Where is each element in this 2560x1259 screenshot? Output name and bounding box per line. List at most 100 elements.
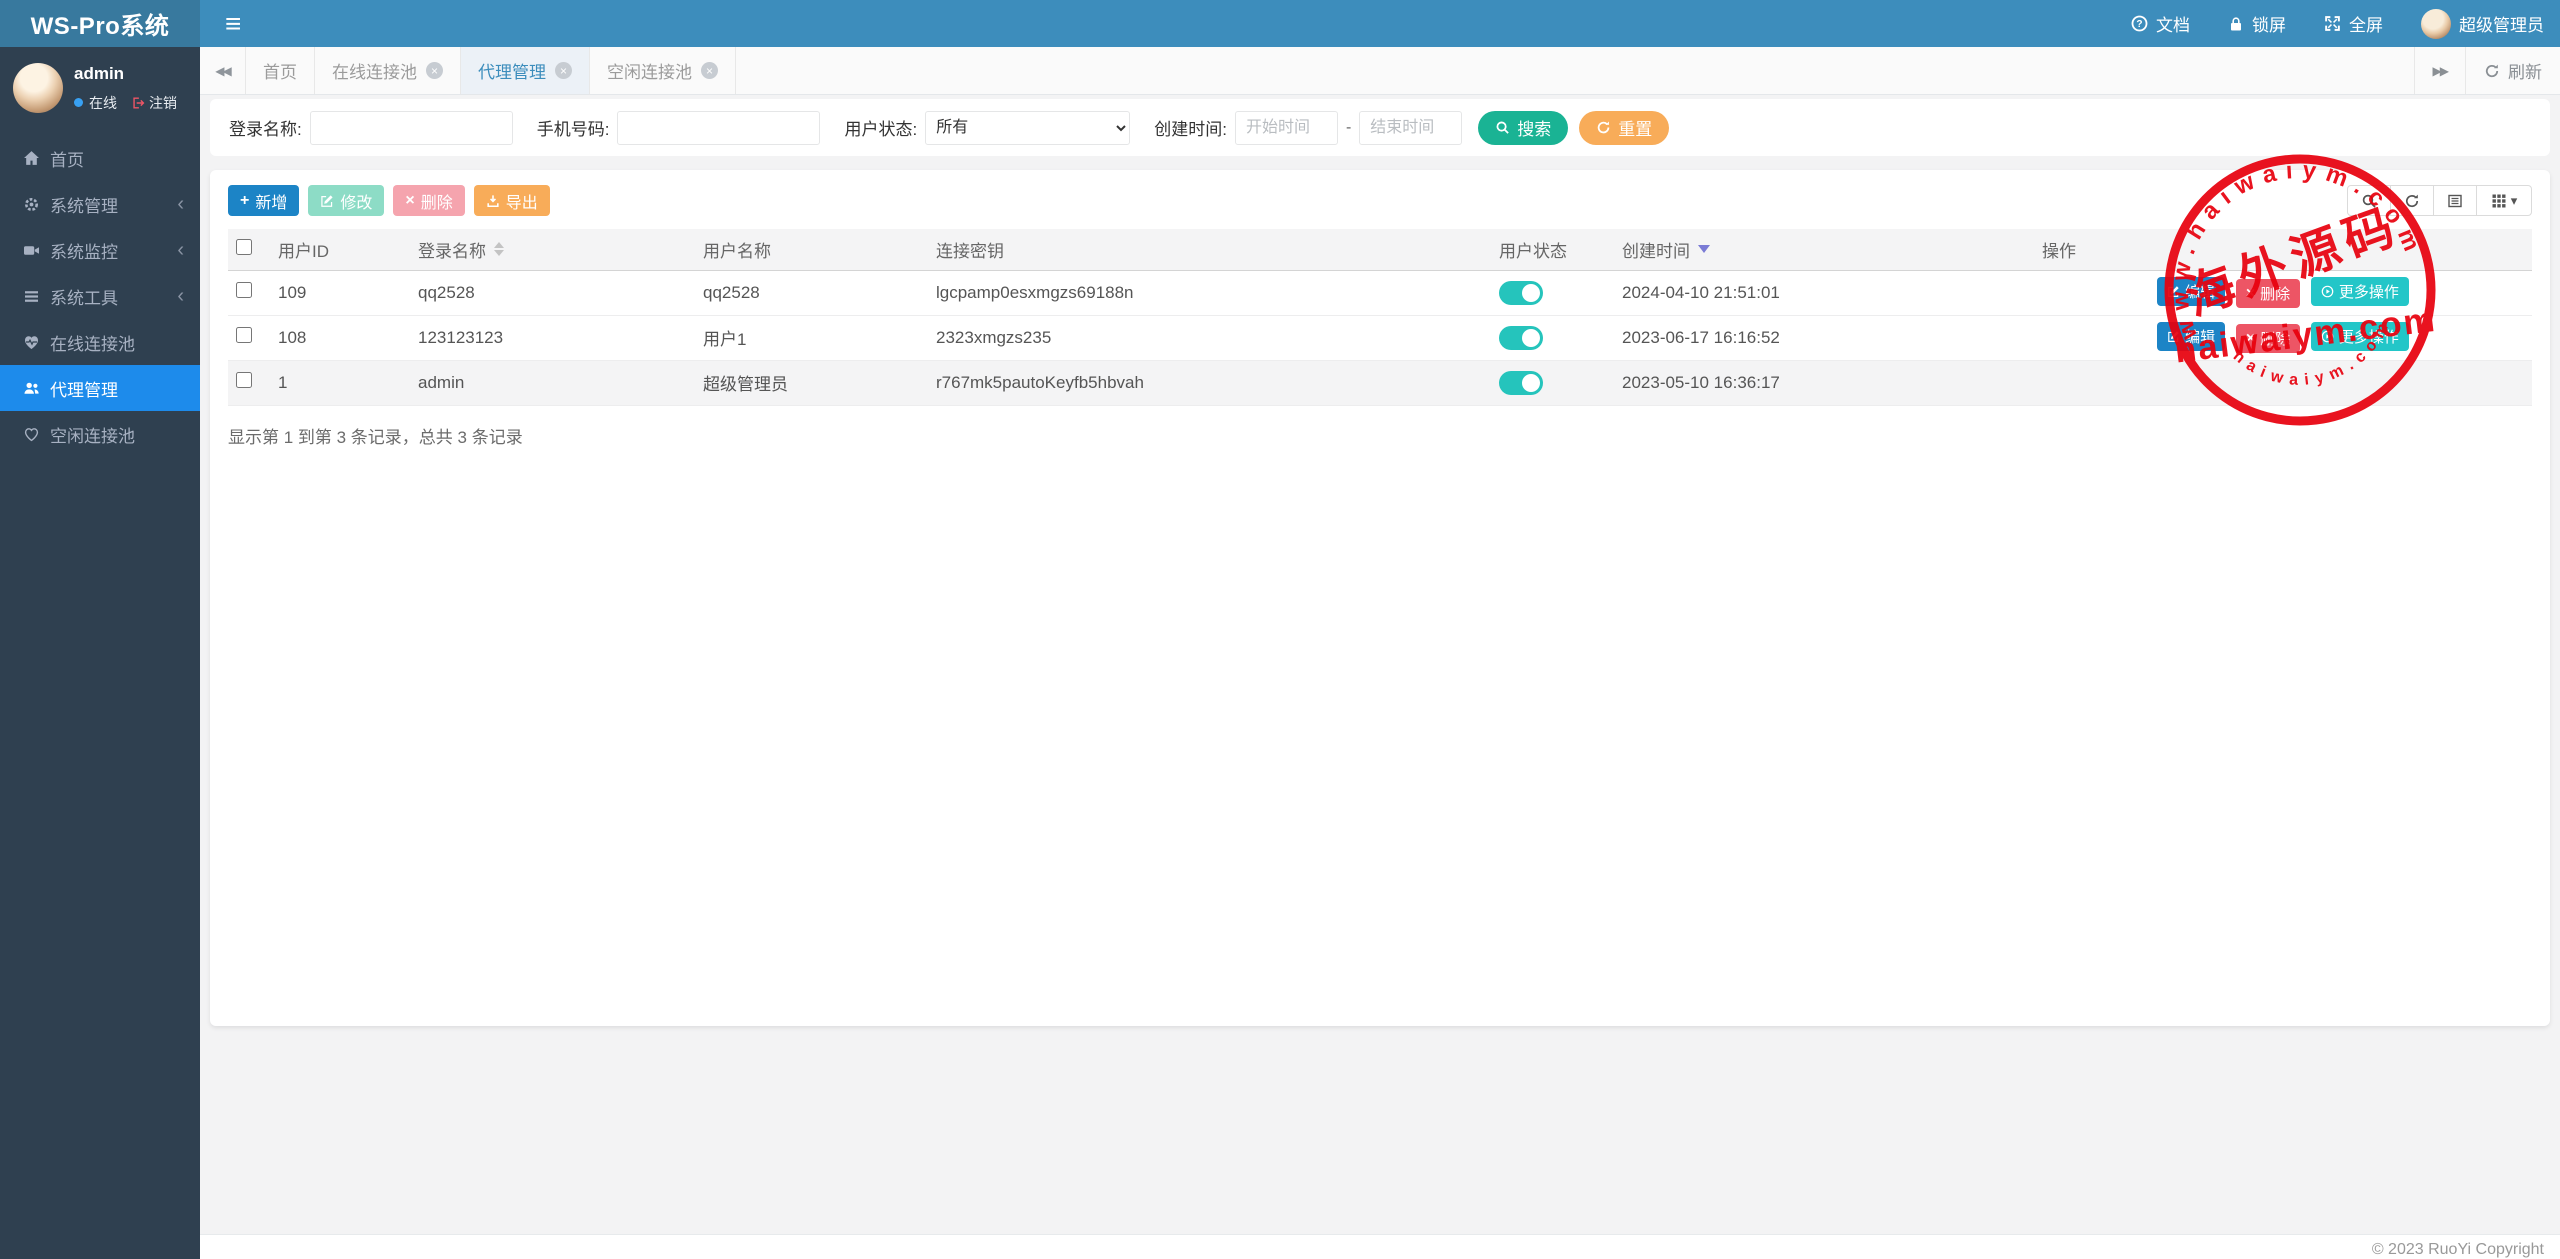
row-checkbox[interactable] [236,372,252,388]
export-button[interactable]: 导出 [474,185,550,216]
sidebar-item-idle-pool[interactable]: 空闲连接池 [0,411,200,457]
list-view-icon [2447,193,2463,209]
fullscreen-icon [2324,15,2341,32]
sidebar-item-online-pool[interactable]: 在线连接池 [0,319,200,365]
video-camera-icon [23,242,40,259]
range-separator: - [1346,119,1351,137]
search-button[interactable]: 搜索 [1478,111,1568,145]
user-menu[interactable]: 超级管理员 [2421,9,2544,39]
columns-button[interactable]: ▾ [2476,185,2532,216]
sidebar-item-system-tools[interactable]: 系统工具 ‹ [0,273,200,319]
chevron-left-icon: ‹ [177,286,184,306]
add-button[interactable]: + 新增 [228,185,299,216]
table-header-row: 用户ID 登录名称 用户名称 连接密钥 用户状态 创建时间 操作 [228,229,2532,270]
heart-outline-icon [23,426,40,443]
close-icon[interactable]: × [701,62,718,79]
cell-login-name: admin [410,360,695,405]
col-create-time[interactable]: 创建时间 [1614,229,2034,270]
doc-label: 文档 [2156,11,2190,36]
end-time-input[interactable] [1359,111,1462,145]
refresh-tab-button[interactable]: 刷新 [2465,47,2560,94]
question-circle-icon: ? [2131,15,2148,32]
data-table: 用户ID 登录名称 用户名称 连接密钥 用户状态 创建时间 操作 [228,229,2532,406]
heartbeat-icon [23,334,40,351]
sidebar-toggle-icon[interactable]: ≡ [200,0,266,47]
row-more-button[interactable]: 更多操作 [2311,322,2409,351]
row-more-button[interactable]: 更多操作 [2311,277,2409,306]
user-avatar [2421,9,2451,39]
col-login-name[interactable]: 登录名称 [410,229,695,270]
login-name-input[interactable] [310,111,513,145]
phone-input[interactable] [617,111,820,145]
row-delete-button[interactable]: × 删除 [2236,279,2300,308]
refresh-icon [2484,63,2500,79]
fullscreen-link[interactable]: 全屏 [2324,11,2383,36]
col-user-status: 用户状态 [1491,229,1614,270]
chevron-left-icon: ‹ [177,194,184,214]
close-icon[interactable]: × [426,62,443,79]
cell-create-time: 2023-05-10 16:36:17 [1614,360,2034,405]
status-toggle[interactable] [1499,281,1543,305]
row-checkbox[interactable] [236,327,252,343]
doc-link[interactable]: ? 文档 [2131,11,2190,36]
tab-online-pool[interactable]: 在线连接池 × [315,47,461,94]
select-all-checkbox[interactable] [236,239,252,255]
status-toggle[interactable] [1499,326,1543,350]
delete-button-label: 删除 [421,189,453,213]
row-delete-button[interactable]: × 删除 [2236,324,2300,353]
home-icon [23,150,40,167]
close-icon[interactable]: × [555,62,572,79]
phone-label: 手机号码: [537,115,610,140]
table-panel: + 新增 修改 × 删除 导出 [210,170,2550,1026]
cell-user-id: 1 [270,360,410,405]
sidebar-item-system-manage[interactable]: 系统管理 ‹ [0,181,200,227]
sidebar-item-home[interactable]: 首页 [0,135,200,181]
app-header: WS-Pro系统 ≡ ? 文档 锁屏 [0,0,2560,47]
lock-label: 锁屏 [2252,11,2286,36]
tabs-scroll-right-button[interactable]: ▶▶ [2414,47,2465,94]
search-icon [1495,120,1510,135]
sidebar-item-system-monitor[interactable]: 系统监控 ‹ [0,227,200,273]
copyright: © 2023 RuoYi Copyright [2372,1241,2544,1258]
sidebar: admin 在线 注销 首页 [0,47,200,1259]
start-time-input[interactable] [1235,111,1338,145]
cell-user-id: 108 [270,315,410,360]
tab-label: 首页 [263,58,297,83]
row-edit-button[interactable]: 编辑 [2157,277,2225,306]
tab-bar: ◀◀ 首页 在线连接池 × 代理管理 × 空闲连接池 × ▶▶ 刷新 [200,47,2560,95]
col-label: 登录名称 [418,237,486,262]
avatar [13,63,63,113]
delete-button[interactable]: × 删除 [393,185,464,216]
edit-button[interactable]: 修改 [308,185,384,216]
pencil-square-icon [2167,285,2180,298]
refresh-table-button[interactable] [2390,185,2434,216]
bars-icon [23,288,40,305]
detail-view-button[interactable] [2433,185,2477,216]
col-connect-key: 连接密钥 [928,229,1491,270]
user-status-select[interactable]: 所有 [925,111,1130,145]
logout-link[interactable]: 注销 [131,93,177,113]
sidebar-item-agent-manage[interactable]: 代理管理 [0,365,200,411]
tabs-scroll-left-button[interactable]: ◀◀ [200,47,246,94]
row-checkbox[interactable] [236,282,252,298]
toggle-search-button[interactable] [2347,185,2391,216]
reset-button[interactable]: 重置 [1579,111,1669,145]
row-edit-button[interactable]: 编辑 [2157,322,2225,351]
sidebar-item-label: 系统监控 [50,238,118,263]
fullscreen-label: 全屏 [2349,11,2383,36]
refresh-icon [2404,193,2420,209]
reset-button-label: 重置 [1618,115,1652,140]
users-icon [23,380,40,397]
row-edit-label: 编辑 [2185,326,2215,347]
tab-agent-manage[interactable]: 代理管理 × [461,47,590,94]
search-button-label: 搜索 [1517,115,1551,140]
cell-login-name: qq2528 [410,270,695,315]
status-toggle[interactable] [1499,371,1543,395]
logout-label: 注销 [149,93,177,113]
tab-idle-pool[interactable]: 空闲连接池 × [590,47,736,94]
row-delete-label: 删除 [2260,328,2290,349]
tab-home[interactable]: 首页 [246,47,315,94]
lock-screen-link[interactable]: 锁屏 [2228,11,2286,36]
export-button-label: 导出 [506,189,538,213]
online-dot-icon [74,98,83,107]
